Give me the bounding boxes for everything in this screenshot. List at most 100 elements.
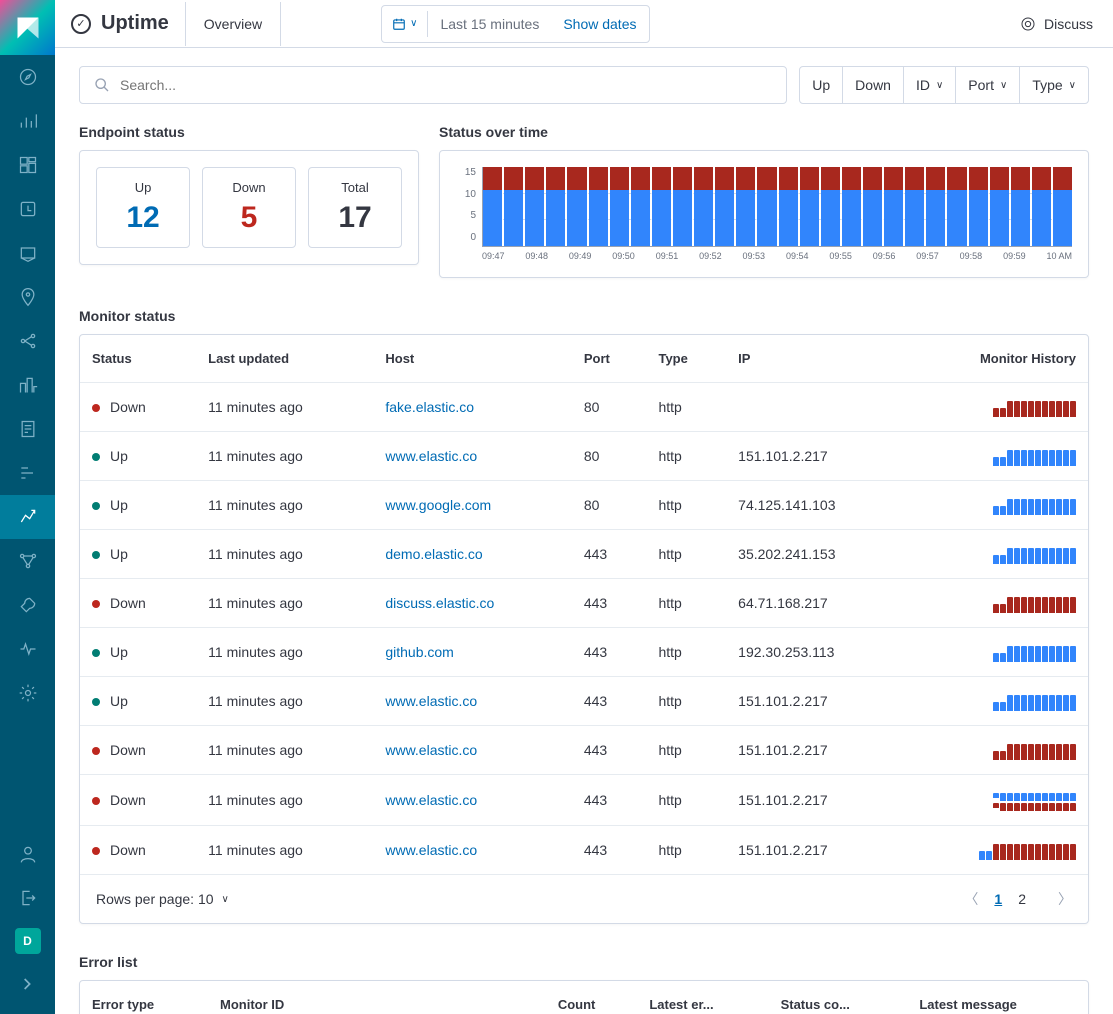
user-icon[interactable]	[0, 832, 55, 876]
page-prev[interactable]: 〈	[964, 889, 978, 909]
table-row[interactable]: Down11 minutes agodiscuss.elastic.co443h…	[80, 579, 1088, 628]
host-link[interactable]: www.elastic.co	[385, 792, 477, 808]
graph-icon[interactable]	[0, 539, 55, 583]
filter-group: Up Down ID∨ Port∨ Type∨	[799, 66, 1089, 104]
logout-icon[interactable]	[0, 876, 55, 920]
timelion-icon[interactable]	[0, 187, 55, 231]
page-1[interactable]: 1	[994, 891, 1002, 907]
sparkline	[919, 495, 1076, 515]
table-row[interactable]: Up11 minutes agowww.google.com80http74.1…	[80, 481, 1088, 530]
sparkline	[919, 642, 1076, 662]
page-2[interactable]: 2	[1018, 891, 1026, 907]
host-link[interactable]: github.com	[385, 644, 453, 660]
host-link[interactable]: www.elastic.co	[385, 842, 477, 858]
col-ip[interactable]: IP	[726, 335, 907, 383]
col-latest-error[interactable]: Latest er...	[637, 981, 768, 1014]
host-link[interactable]: www.elastic.co	[385, 448, 477, 464]
host-link[interactable]: demo.elastic.co	[385, 546, 482, 562]
monitor-status-title: Monitor status	[79, 308, 1089, 324]
col-monitor-id[interactable]: Monitor ID	[208, 981, 546, 1014]
kibana-logo[interactable]	[0, 0, 55, 55]
page-next[interactable]: 〉	[1058, 889, 1072, 909]
status-dot	[92, 797, 100, 805]
error-list-panel: Error type Monitor ID Count Latest er...…	[79, 980, 1089, 1014]
table-row[interactable]: Down11 minutes agowww.elastic.co443http1…	[80, 726, 1088, 775]
ml-icon[interactable]	[0, 319, 55, 363]
tab-overview[interactable]: Overview	[185, 2, 281, 46]
collapse-icon[interactable]	[0, 962, 55, 1006]
chart-y-axis: 151050	[456, 167, 476, 247]
col-status-code[interactable]: Status co...	[769, 981, 908, 1014]
monitor-status-panel: Status Last updated Host Port Type IP Mo…	[79, 334, 1089, 924]
filter-id[interactable]: ID∨	[904, 67, 956, 103]
management-icon[interactable]	[0, 671, 55, 715]
status-over-time-panel: 151050 09:4709:4809:4909:5009:5109:5209:…	[439, 150, 1089, 278]
table-row[interactable]: Up11 minutes agowww.elastic.co443http151…	[80, 677, 1088, 726]
rows-per-page[interactable]: Rows per page: 10 ∨	[96, 891, 229, 907]
space-avatar[interactable]: D	[15, 928, 41, 954]
devtools-icon[interactable]	[0, 583, 55, 627]
calendar-icon[interactable]: ∨	[382, 11, 428, 37]
host-link[interactable]: www.google.com	[385, 497, 491, 513]
sparkline	[919, 840, 1076, 860]
table-row[interactable]: Up11 minutes agowww.elastic.co80http151.…	[80, 432, 1088, 481]
status-dot	[92, 847, 100, 855]
table-row[interactable]: Down11 minutes agowww.elastic.co443http1…	[80, 775, 1088, 826]
status-dot	[92, 404, 100, 412]
sparkline	[919, 740, 1076, 760]
filter-port[interactable]: Port∨	[956, 67, 1020, 103]
filter-up[interactable]: Up	[800, 67, 843, 103]
endpoint-status-panel: Up 12 Down 5 Total 17	[79, 150, 419, 265]
table-row[interactable]: Up11 minutes agodemo.elastic.co443http35…	[80, 530, 1088, 579]
status-over-time-title: Status over time	[439, 124, 1089, 140]
col-count[interactable]: Count	[546, 981, 637, 1014]
status-dot	[92, 502, 100, 510]
col-status[interactable]: Status	[80, 335, 196, 383]
table-row[interactable]: Up11 minutes agogithub.com443http192.30.…	[80, 628, 1088, 677]
col-updated[interactable]: Last updated	[196, 335, 373, 383]
search-input[interactable]	[120, 77, 772, 93]
stat-total: Total 17	[308, 167, 402, 248]
discover-icon[interactable]	[0, 55, 55, 99]
status-dot	[92, 747, 100, 755]
table-row[interactable]: Down11 minutes agowww.elastic.co443http1…	[80, 826, 1088, 875]
page-title: Uptime	[101, 12, 169, 35]
col-port[interactable]: Port	[572, 335, 647, 383]
visualize-icon[interactable]	[0, 99, 55, 143]
chart-x-axis: 09:4709:4809:4909:5009:5109:5209:5309:54…	[482, 251, 1072, 261]
status-dot	[92, 551, 100, 559]
pagination: 〈 12 〉	[964, 889, 1072, 909]
uptime-check-icon: ✓	[71, 14, 91, 34]
monitor-table: Status Last updated Host Port Type IP Mo…	[80, 335, 1088, 874]
col-error-type[interactable]: Error type	[80, 981, 208, 1014]
discuss-link[interactable]: Discuss	[1020, 16, 1113, 32]
time-picker[interactable]: ∨ Last 15 minutes Show dates	[381, 5, 649, 43]
search-box[interactable]	[79, 66, 787, 104]
dashboard-icon[interactable]	[0, 143, 55, 187]
search-icon	[94, 77, 110, 93]
col-latest-message[interactable]: Latest message	[907, 981, 1088, 1014]
host-link[interactable]: www.elastic.co	[385, 742, 477, 758]
sparkline	[919, 593, 1076, 613]
host-link[interactable]: www.elastic.co	[385, 693, 477, 709]
show-dates-link[interactable]: Show dates	[551, 10, 648, 38]
col-host[interactable]: Host	[373, 335, 571, 383]
sparkline	[919, 544, 1076, 564]
uptime-icon[interactable]	[0, 495, 55, 539]
filter-type[interactable]: Type∨	[1020, 67, 1088, 103]
sidebar: D	[0, 0, 55, 1014]
stat-down: Down 5	[202, 167, 296, 248]
logs-icon[interactable]	[0, 407, 55, 451]
filter-down[interactable]: Down	[843, 67, 904, 103]
host-link[interactable]: discuss.elastic.co	[385, 595, 494, 611]
maps-icon[interactable]	[0, 275, 55, 319]
col-type[interactable]: Type	[646, 335, 726, 383]
col-history[interactable]: Monitor History	[907, 335, 1088, 383]
infrastructure-icon[interactable]	[0, 363, 55, 407]
table-row[interactable]: Down11 minutes agofake.elastic.co80http	[80, 383, 1088, 432]
status-dot	[92, 649, 100, 657]
host-link[interactable]: fake.elastic.co	[385, 399, 474, 415]
monitoring-icon[interactable]	[0, 627, 55, 671]
apm-icon[interactable]	[0, 451, 55, 495]
canvas-icon[interactable]	[0, 231, 55, 275]
